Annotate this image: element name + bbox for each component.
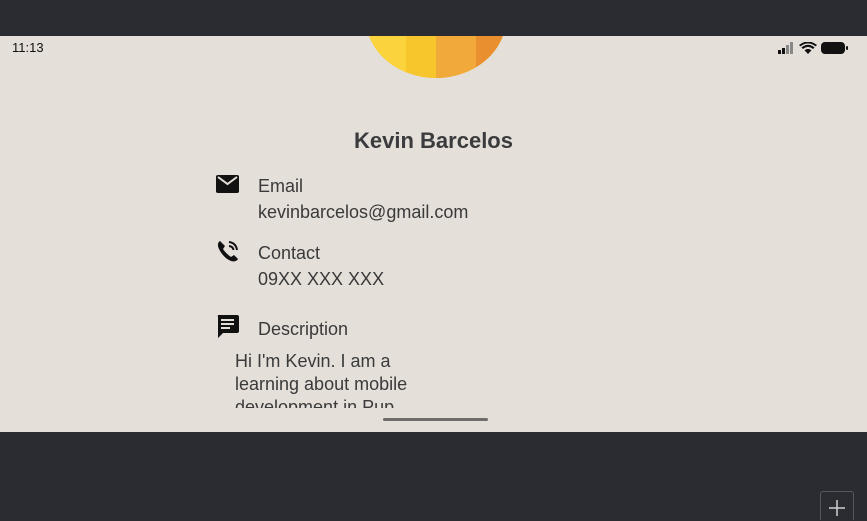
email-icon xyxy=(216,174,239,199)
window-top-bar xyxy=(0,0,867,36)
add-button[interactable] xyxy=(820,491,854,520)
email-value[interactable]: kevinbarcelos@gmail.com xyxy=(258,202,468,223)
wifi-icon xyxy=(799,41,817,59)
email-label: Email xyxy=(258,176,304,196)
signal-icon xyxy=(777,41,795,59)
description-text: Hi I'm Kevin. I am a learning about mobi… xyxy=(235,351,408,408)
phone-icon xyxy=(216,239,240,268)
description-label: Description xyxy=(258,319,349,339)
message-icon xyxy=(216,315,239,344)
plus-icon xyxy=(829,500,845,521)
profile-avatar xyxy=(366,36,506,78)
home-indicator[interactable] xyxy=(383,418,488,421)
status-time: 11:13 xyxy=(12,40,44,55)
profile-name: Kevin Barcelos xyxy=(354,128,513,153)
status-icons xyxy=(777,41,849,54)
contact-label: Contact xyxy=(258,243,321,263)
battery-icon xyxy=(821,41,849,59)
contact-value[interactable]: 09XX XXX XXX xyxy=(258,269,384,290)
window-bottom-area xyxy=(0,432,867,519)
phone-screen: 11:13 Kevin Barcelos Email kevinbarcelos… xyxy=(0,36,867,432)
